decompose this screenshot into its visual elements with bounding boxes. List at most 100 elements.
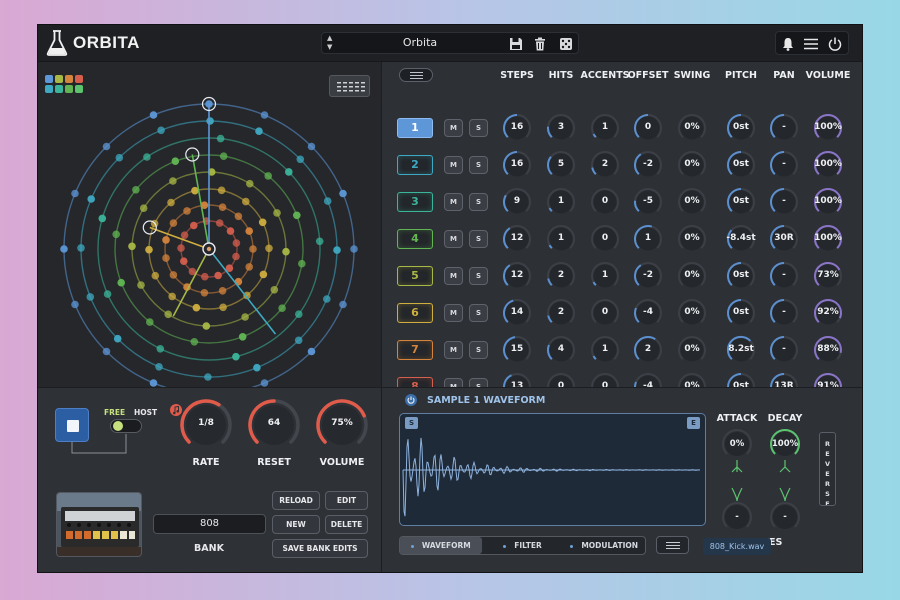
offset-knob[interactable]: -5	[633, 187, 663, 217]
mute-button[interactable]: M	[444, 267, 463, 285]
offset-knob[interactable]: -4	[633, 298, 663, 328]
pan-knob[interactable]: -	[769, 261, 799, 291]
rate-knob[interactable]: 1/8	[179, 398, 233, 452]
track-3-button[interactable]: 3	[397, 192, 433, 212]
solo-button[interactable]: S	[469, 119, 488, 137]
volume-knob[interactable]: 100%	[813, 224, 843, 254]
sample-power-icon[interactable]	[405, 394, 417, 406]
mute-button[interactable]: M	[444, 304, 463, 322]
hits-knob[interactable]: 1	[546, 187, 576, 217]
mute-button[interactable]: M	[444, 230, 463, 248]
solo-button[interactable]: S	[469, 193, 488, 211]
solo-button[interactable]: S	[469, 230, 488, 248]
accents-knob[interactable]: 0	[590, 224, 620, 254]
save-bank-edits-button[interactable]: SAVE BANK EDITS	[272, 539, 368, 558]
steps-knob[interactable]: 12	[502, 224, 532, 254]
mute-button[interactable]: M	[444, 193, 463, 211]
mute-button[interactable]: M	[444, 156, 463, 174]
steps-knob[interactable]: 16	[502, 113, 532, 143]
sample-list-button[interactable]	[656, 536, 689, 554]
swing-knob[interactable]: 0%	[677, 298, 707, 328]
stop-button[interactable]	[55, 408, 89, 442]
tab-waveform[interactable]: WAVEFORM	[400, 537, 482, 554]
pan-knob[interactable]: -	[769, 298, 799, 328]
edit-button[interactable]: EDIT	[325, 491, 368, 510]
volume-knob[interactable]: 100%	[813, 113, 843, 143]
volume-knob[interactable]: 75%	[315, 398, 369, 452]
swing-knob[interactable]: 0%	[677, 150, 707, 180]
reload-button[interactable]: RELOAD	[272, 491, 320, 510]
steps-knob[interactable]: 15	[502, 335, 532, 365]
mute-button[interactable]: M	[444, 119, 463, 137]
pan-knob[interactable]: -	[769, 335, 799, 365]
reset-knob[interactable]: 64	[247, 398, 301, 452]
volume-knob[interactable]: 100%	[813, 150, 843, 180]
save-icon[interactable]	[508, 36, 524, 52]
hits-knob[interactable]: 2	[546, 298, 576, 328]
accents-knob[interactable]: 2	[590, 150, 620, 180]
swing-knob[interactable]: 0%	[677, 224, 707, 254]
pitch-knob[interactable]: 0st	[726, 113, 756, 143]
steps-knob[interactable]: 14	[502, 298, 532, 328]
accents-knob[interactable]: 1	[590, 113, 620, 143]
track-4-button[interactable]: 4	[397, 229, 433, 249]
mute-button[interactable]: M	[444, 341, 463, 359]
power-icon[interactable]	[827, 36, 843, 52]
bank-name-field[interactable]: 808	[153, 514, 266, 534]
accents-knob[interactable]: 1	[590, 335, 620, 365]
pan-knob[interactable]: -	[769, 150, 799, 180]
solo-button[interactable]: S	[469, 267, 488, 285]
hits-knob[interactable]: 5	[546, 150, 576, 180]
hits-knob[interactable]: 1	[546, 224, 576, 254]
dice-icon[interactable]	[558, 36, 574, 52]
volume-knob[interactable]: 88%	[813, 335, 843, 365]
pitch-knob[interactable]: -8.4st	[726, 224, 756, 254]
tab-modulation[interactable]: MODULATION	[563, 537, 645, 554]
offset-knob[interactable]: 0	[633, 113, 663, 143]
pitch-knob[interactable]: 0st	[726, 298, 756, 328]
accents-knob[interactable]: 0	[590, 298, 620, 328]
bank-image[interactable]	[56, 492, 142, 557]
pan-knob[interactable]: 30R	[769, 224, 799, 254]
offset-knob[interactable]: -2	[633, 150, 663, 180]
offset-knob[interactable]: 2	[633, 335, 663, 365]
swing-knob[interactable]: 0%	[677, 187, 707, 217]
preset-name[interactable]: Orbita	[322, 36, 518, 49]
delete-button[interactable]: DELETE	[325, 515, 368, 534]
orbit-display[interactable]	[38, 62, 381, 387]
swing-knob[interactable]: 0%	[677, 113, 707, 143]
pitch-knob[interactable]: 8.2st	[726, 335, 756, 365]
offset-knob[interactable]: -2	[633, 261, 663, 291]
hits-knob[interactable]: 2	[546, 261, 576, 291]
pitch-knob[interactable]: 0st	[726, 261, 756, 291]
pitch-knob[interactable]: 0st	[726, 150, 756, 180]
volume-knob[interactable]: 100%	[813, 187, 843, 217]
offset-knob[interactable]: 1	[633, 224, 663, 254]
track-1-button[interactable]: 1	[397, 118, 433, 138]
accents-knob[interactable]: 0	[590, 187, 620, 217]
waveform-display[interactable]: S E	[399, 413, 706, 526]
pitch-knob[interactable]: 0st	[726, 187, 756, 217]
trash-icon[interactable]	[532, 36, 548, 52]
bell-icon[interactable]	[780, 36, 796, 52]
swing-knob[interactable]: 0%	[677, 335, 707, 365]
note-icon[interactable]	[170, 404, 182, 416]
reverse-button[interactable]: REVERSE	[819, 432, 836, 506]
menu-icon[interactable]	[803, 36, 819, 52]
solo-button[interactable]: S	[469, 341, 488, 359]
track-6-button[interactable]: 6	[397, 303, 433, 323]
pan-knob[interactable]: -	[769, 187, 799, 217]
track-5-button[interactable]: 5	[397, 266, 433, 286]
accents-knob[interactable]: 1	[590, 261, 620, 291]
end-marker[interactable]: E	[687, 417, 700, 429]
start-marker[interactable]: S	[405, 417, 418, 429]
swing-knob[interactable]: 0%	[677, 261, 707, 291]
pan-knob[interactable]: -	[769, 113, 799, 143]
preset-selector[interactable]: ▲ ▼ Orbita	[321, 32, 579, 54]
steps-knob[interactable]: 9	[502, 187, 532, 217]
solo-button[interactable]: S	[469, 156, 488, 174]
steps-knob[interactable]: 12	[502, 261, 532, 291]
steps-knob[interactable]: 16	[502, 150, 532, 180]
sync-toggle[interactable]	[110, 419, 142, 433]
hits-knob[interactable]: 3	[546, 113, 576, 143]
